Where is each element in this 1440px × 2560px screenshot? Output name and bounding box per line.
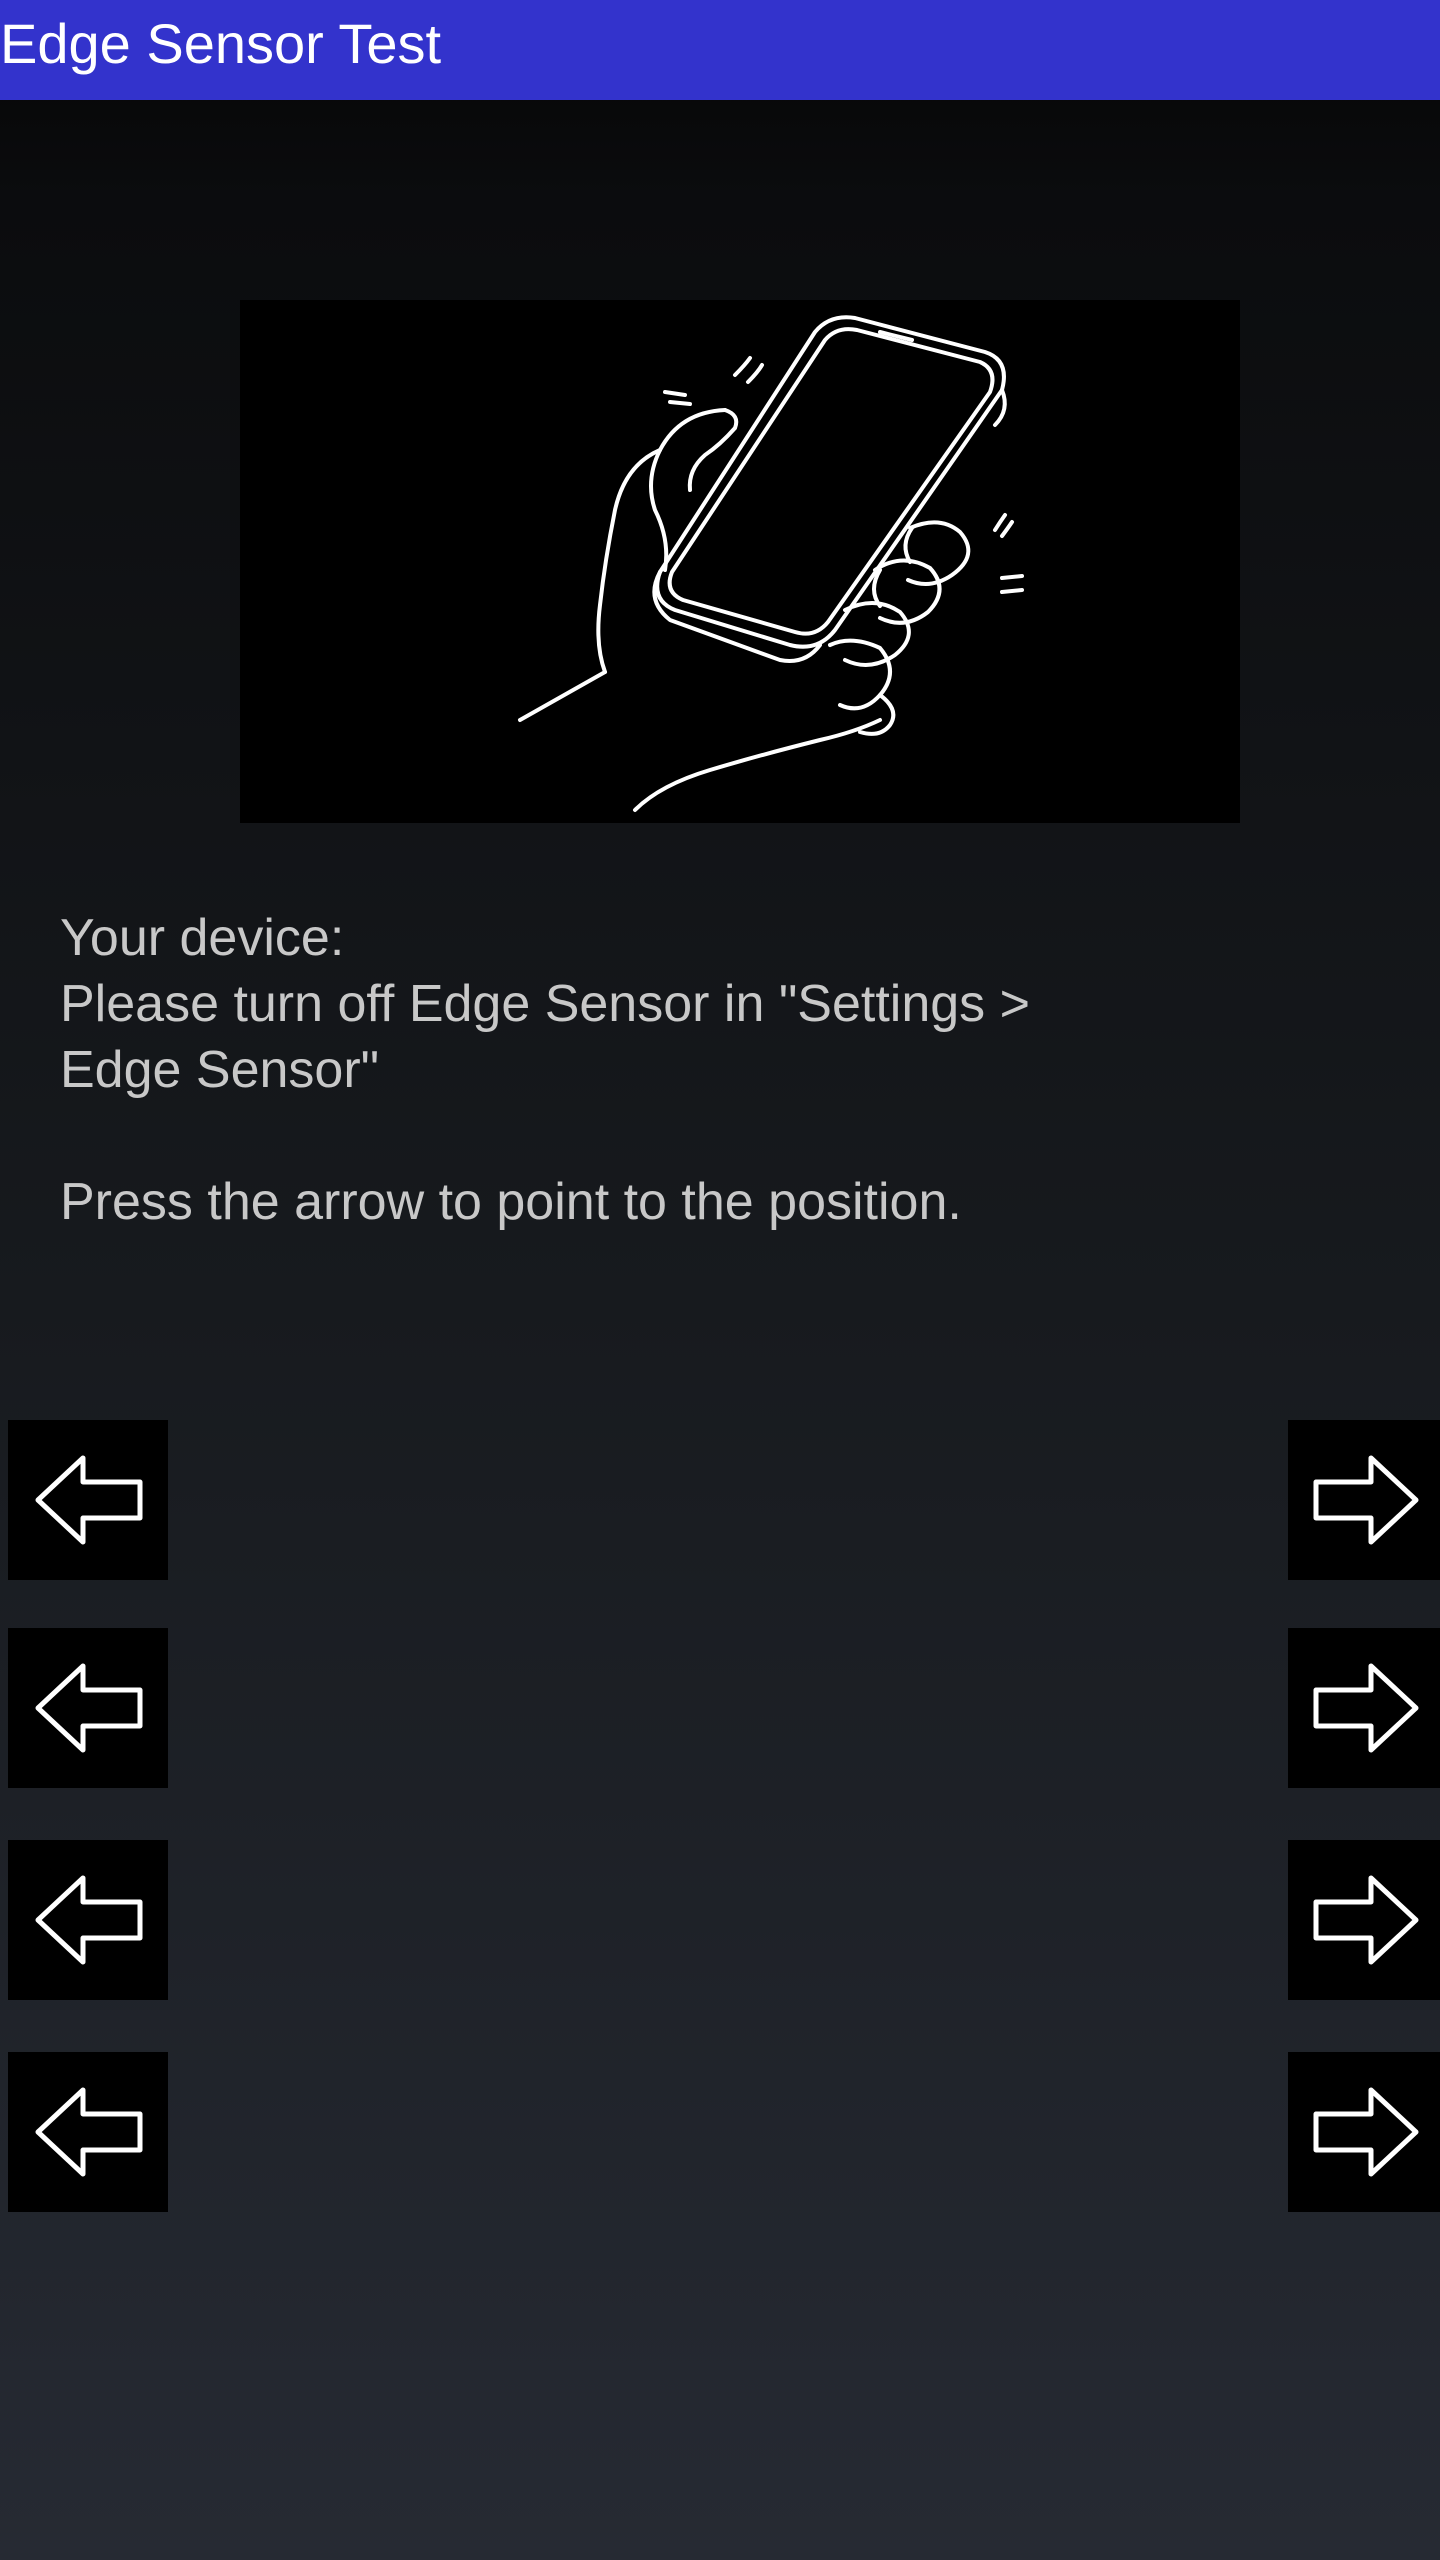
- right-arrow-button-4[interactable]: [1288, 2052, 1440, 2212]
- hand-squeezing-phone-illustration: [240, 300, 1240, 823]
- instruction-line-1: Please turn off Edge Sensor in "Settings…: [60, 975, 1030, 1033]
- left-arrow-button-2[interactable]: [8, 1628, 168, 1788]
- left-arrow-button-4[interactable]: [8, 2052, 168, 2212]
- app-title: Edge Sensor Test: [0, 12, 442, 75]
- left-arrow-button-3[interactable]: [8, 1840, 168, 2000]
- arrow-left-icon: [35, 1455, 143, 1545]
- arrow-left-icon: [35, 1663, 143, 1753]
- app-bar: Edge Sensor Test: [0, 0, 1440, 100]
- arrow-right-icon: [1313, 2087, 1419, 2177]
- left-arrow-button-1[interactable]: [8, 1420, 168, 1580]
- device-label: Your device:: [60, 909, 345, 967]
- right-arrow-button-3[interactable]: [1288, 1840, 1440, 2000]
- arrow-right-icon: [1313, 1663, 1419, 1753]
- instructions-text: Your device: Please turn off Edge Sensor…: [60, 905, 1360, 1235]
- right-arrow-button-1[interactable]: [1288, 1420, 1440, 1580]
- arrow-right-icon: [1313, 1875, 1419, 1965]
- arrow-right-icon: [1313, 1455, 1419, 1545]
- arrow-left-icon: [35, 2087, 143, 2177]
- right-arrow-button-2[interactable]: [1288, 1628, 1440, 1788]
- arrow-left-icon: [35, 1875, 143, 1965]
- press-arrow-hint: Press the arrow to point to the position…: [60, 1173, 962, 1231]
- instruction-line-2: Edge Sensor": [60, 1041, 380, 1099]
